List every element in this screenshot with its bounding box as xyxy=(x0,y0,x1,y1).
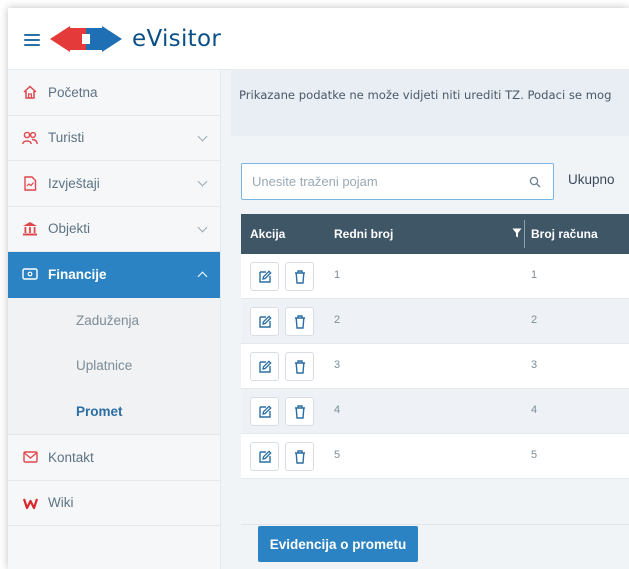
cell-redni-broj: 1 xyxy=(334,269,341,281)
chevron-down-icon xyxy=(197,222,208,232)
trash-icon xyxy=(294,449,305,464)
edit-icon xyxy=(258,359,272,373)
sidebar-item-pocetna[interactable]: Početna xyxy=(8,70,220,116)
column-header-broj-racuna[interactable]: Broj računa xyxy=(531,227,598,241)
delete-button[interactable] xyxy=(285,307,314,336)
building-icon xyxy=(22,221,38,237)
info-notice: Prikazane podatke ne može vidjeti niti u… xyxy=(231,70,629,136)
sidebar-item-label: Wiki xyxy=(48,495,74,511)
table-header: Akcija Redni broj Broj računa xyxy=(241,214,629,254)
sidebar-item-objekti[interactable]: Objekti xyxy=(8,207,220,252)
column-header-redni-broj[interactable]: Redni broj xyxy=(334,227,393,241)
sidebar-item-label: Turisti xyxy=(48,130,85,146)
cell-broj-racuna: 5 xyxy=(531,449,538,461)
app-window: eVisitor Početna Turisti Izvještaji Obje… xyxy=(8,8,629,569)
edit-icon xyxy=(258,314,272,328)
delete-button[interactable] xyxy=(285,442,314,471)
trash-icon xyxy=(294,269,305,284)
edit-button[interactable] xyxy=(250,397,279,426)
chevron-down-icon xyxy=(197,176,208,187)
cell-broj-racuna: 2 xyxy=(531,314,538,326)
cell-broj-racuna: 1 xyxy=(531,269,538,281)
delete-button[interactable] xyxy=(285,262,314,291)
sidebar-item-label: Financije xyxy=(48,266,107,282)
delete-button[interactable] xyxy=(285,397,314,426)
edit-icon xyxy=(258,449,272,463)
edit-icon xyxy=(258,269,272,283)
table-row: 3 3 xyxy=(241,344,629,389)
sidebar-item-label: Početna xyxy=(48,84,98,100)
search-placeholder: Unesite traženi pojam xyxy=(252,174,378,189)
money-icon xyxy=(22,266,38,282)
promet-table: Akcija Redni broj Broj računa 1 1 2 2 3 … xyxy=(241,214,629,525)
delete-button[interactable] xyxy=(285,352,314,381)
edit-button[interactable] xyxy=(250,262,279,291)
sidebar-item-izvjestaji[interactable]: Izvještaji xyxy=(8,161,220,207)
sidebar-item-financije[interactable]: Financije xyxy=(8,252,220,298)
trash-icon xyxy=(294,314,305,329)
financije-submenu: Zaduženja Uplatnice Promet xyxy=(8,297,220,435)
edit-button[interactable] xyxy=(250,307,279,336)
wiki-icon xyxy=(22,495,38,511)
evisitor-logo-icon xyxy=(48,24,128,54)
cell-redni-broj: 2 xyxy=(334,314,341,326)
trash-icon xyxy=(294,359,305,374)
sidebar-subitem-uplatnice[interactable]: Uplatnice xyxy=(8,343,220,389)
chevron-up-icon xyxy=(197,271,208,282)
top-header: eVisitor xyxy=(8,8,629,70)
sidebar-subitem-promet[interactable]: Promet xyxy=(8,388,220,434)
sidebar-subitem-zaduzenja[interactable]: Zaduženja xyxy=(8,297,220,343)
edit-button[interactable] xyxy=(250,352,279,381)
search-input[interactable]: Unesite traženi pojam xyxy=(241,163,554,200)
home-icon xyxy=(22,84,38,100)
column-divider xyxy=(524,220,525,248)
cell-broj-racuna: 4 xyxy=(531,404,538,416)
sidebar-item-turisti[interactable]: Turisti xyxy=(8,116,220,161)
sidebar-item-label: Izvještaji xyxy=(48,175,100,191)
trash-icon xyxy=(294,404,305,419)
table-row: 2 2 xyxy=(241,299,629,344)
table-row: 1 1 xyxy=(241,254,629,299)
hamburger-menu-icon[interactable] xyxy=(24,34,40,46)
table-footer xyxy=(241,479,629,525)
table-row: 4 4 xyxy=(241,389,629,434)
sidebar-item-label: Kontakt xyxy=(48,449,94,465)
cell-redni-broj: 3 xyxy=(334,359,341,371)
evidencija-o-prometu-button[interactable]: Evidencija o prometu xyxy=(258,526,418,562)
sidebar: Početna Turisti Izvještaji Objekti Finan… xyxy=(8,70,221,569)
report-icon xyxy=(22,175,38,191)
mail-icon xyxy=(22,449,38,465)
cell-broj-racuna: 3 xyxy=(531,359,538,371)
users-icon xyxy=(22,130,38,146)
brand-name: eVisitor xyxy=(132,26,222,52)
main-content: Prikazane podatke ne može vidjeti niti u… xyxy=(221,70,629,569)
sidebar-item-wiki[interactable]: Wiki xyxy=(8,481,220,526)
sidebar-item-kontakt[interactable]: Kontakt xyxy=(8,435,220,481)
cell-redni-broj: 4 xyxy=(334,404,341,416)
filter-icon[interactable] xyxy=(512,227,522,241)
chevron-down-icon xyxy=(197,131,208,141)
total-label: Ukupno xyxy=(568,172,615,187)
search-icon[interactable] xyxy=(529,176,541,191)
notice-text: Prikazane podatke ne može vidjeti niti u… xyxy=(239,88,612,102)
edit-icon xyxy=(258,404,272,418)
cell-redni-broj: 5 xyxy=(334,449,341,461)
table-row: 5 5 xyxy=(241,434,629,479)
column-header-akcija: Akcija xyxy=(250,227,286,241)
sidebar-item-label: Objekti xyxy=(48,221,91,237)
edit-button[interactable] xyxy=(250,442,279,471)
